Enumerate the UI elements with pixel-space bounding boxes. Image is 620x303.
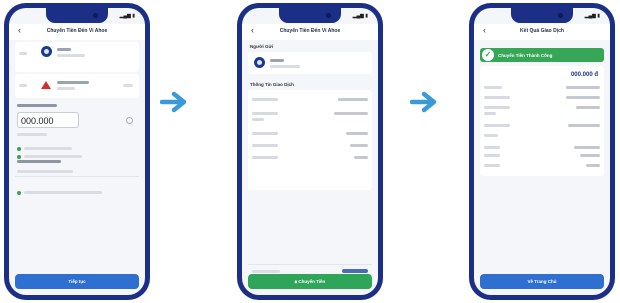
info-row bbox=[480, 154, 604, 157]
result-details-card: 000.000 đ bbox=[480, 66, 604, 176]
info-row bbox=[480, 124, 604, 127]
screen-3-content: ▂▄▆ ▮ ‹ Kết Quả Giao Dịch ✓ Chuyển Tiền … bbox=[474, 8, 610, 295]
status-icons: ▂▄▆ ▮ bbox=[584, 13, 600, 19]
fee-line-2 bbox=[17, 148, 87, 159]
total-amount bbox=[342, 269, 368, 273]
success-text: Chuyển Tiền Thành Công bbox=[498, 53, 553, 58]
screen-1-content: ▂▄▆ ▮ ‹ Chuyển Tiền Đến Ví Ahoe 000.000 … bbox=[9, 8, 145, 295]
divider bbox=[248, 264, 372, 265]
info-row bbox=[480, 164, 604, 167]
info-row bbox=[480, 146, 604, 149]
recipient-detail bbox=[270, 65, 300, 68]
transaction-info-card bbox=[248, 90, 372, 190]
message-input[interactable] bbox=[17, 170, 73, 173]
status-icons: ▂▄▆ ▮ bbox=[352, 13, 368, 19]
home-button[interactable]: Về Trang Chủ bbox=[480, 274, 604, 289]
amount-input[interactable]: 000.000 bbox=[17, 112, 79, 128]
transfer-button-label: Chuyển Tiền bbox=[298, 279, 326, 284]
phone-notch bbox=[279, 8, 341, 23]
app-bar: ‹ Chuyển Tiền Đến Ví Ahoe bbox=[242, 24, 378, 40]
recipient-card bbox=[248, 52, 372, 74]
screen-3-body: ✓ Chuyển Tiền Thành Công 000.000 đ Về Tr… bbox=[474, 42, 610, 295]
destination-card[interactable] bbox=[15, 74, 139, 98]
message-suggestion[interactable] bbox=[17, 184, 107, 195]
page-title: Kết Quả Giao Dịch bbox=[520, 28, 564, 34]
destination-phone bbox=[57, 87, 75, 90]
arrow-right-icon bbox=[160, 91, 187, 113]
page-title: Chuyển Tiền Đến Ví Ahoe bbox=[46, 28, 108, 34]
info-row bbox=[480, 86, 604, 89]
info-row bbox=[248, 112, 372, 115]
source-name bbox=[57, 48, 71, 51]
phone-notch bbox=[511, 8, 573, 23]
total-label bbox=[252, 270, 280, 273]
recipient-section-title: Người Gửi bbox=[250, 44, 273, 49]
result-amount: 000.000 đ bbox=[570, 72, 598, 78]
success-banner: ✓ Chuyển Tiền Thành Công bbox=[480, 48, 604, 62]
screen-2-body: Người Gửi Thông Tin Giao Dịch 🔒︎ Chuyển … bbox=[242, 42, 378, 295]
check-icon bbox=[17, 190, 21, 195]
amount-section-title bbox=[17, 104, 57, 107]
destination-name bbox=[57, 81, 89, 84]
recipient-name bbox=[270, 59, 284, 62]
app-bar: ‹ Kết Quả Giao Dịch bbox=[474, 24, 610, 40]
info-row bbox=[480, 112, 604, 115]
transfer-button[interactable]: 🔒︎ Chuyển Tiền bbox=[248, 274, 372, 289]
info-row bbox=[480, 96, 604, 99]
info-row bbox=[248, 156, 372, 159]
phone-screen-2: ▂▄▆ ▮ ‹ Chuyển Tiền Đến Ví Ahoe Người Gử… bbox=[237, 3, 383, 300]
destination-change[interactable] bbox=[123, 84, 133, 87]
info-row bbox=[480, 134, 604, 137]
message-section-title bbox=[17, 160, 61, 163]
avatar-icon bbox=[254, 57, 265, 68]
clear-icon[interactable] bbox=[126, 117, 133, 124]
amount-hint bbox=[17, 133, 47, 136]
source-balance bbox=[57, 54, 85, 57]
info-row bbox=[248, 144, 372, 147]
check-icon: ✓ bbox=[482, 49, 494, 61]
phone-screen-1: ▂▄▆ ▮ ‹ Chuyển Tiền Đến Ví Ahoe 000.000 … bbox=[4, 3, 150, 300]
phone-notch bbox=[46, 8, 108, 23]
source-label bbox=[19, 52, 27, 55]
continue-button[interactable]: Tiếp tục bbox=[15, 274, 139, 289]
info-row bbox=[248, 118, 372, 121]
destination-label bbox=[19, 84, 27, 87]
arrow-right-icon bbox=[410, 91, 437, 113]
info-section-title: Thông Tin Giao Dịch bbox=[250, 82, 294, 87]
screen-1-body: 000.000 Tiếp tục bbox=[9, 42, 145, 295]
app-bar: ‹ Chuyển Tiền Đến Ví Ahoe bbox=[9, 24, 145, 40]
fee-line-1 bbox=[17, 140, 77, 151]
screen-2-content: ▂▄▆ ▮ ‹ Chuyển Tiền Đến Ví Ahoe Người Gử… bbox=[242, 8, 378, 295]
wallet-logo-icon bbox=[41, 81, 51, 89]
info-row bbox=[248, 132, 372, 135]
status-icons: ▂▄▆ ▮ bbox=[119, 13, 135, 19]
check-icon bbox=[17, 154, 21, 159]
divider bbox=[15, 176, 139, 177]
info-row bbox=[480, 106, 604, 109]
avatar-icon bbox=[41, 46, 52, 57]
phone-screen-3: ▂▄▆ ▮ ‹ Kết Quả Giao Dịch ✓ Chuyển Tiền … bbox=[469, 3, 615, 300]
page-title: Chuyển Tiền Đến Ví Ahoe bbox=[279, 28, 341, 34]
source-card[interactable] bbox=[15, 42, 139, 72]
info-row bbox=[248, 98, 372, 101]
